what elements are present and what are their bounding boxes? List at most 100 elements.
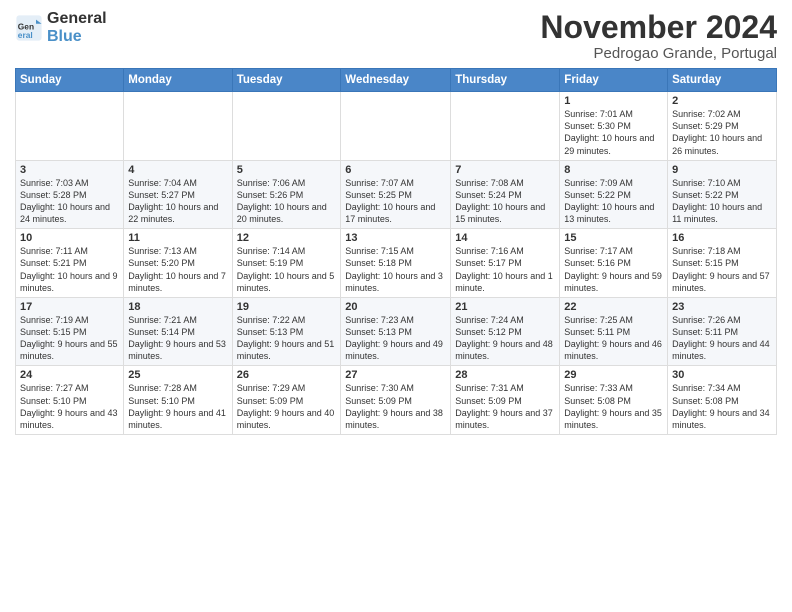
day-info: Sunrise: 7:22 AM Sunset: 5:13 PM Dayligh… xyxy=(237,314,337,363)
day-info: Sunrise: 7:11 AM Sunset: 5:21 PM Dayligh… xyxy=(20,245,119,294)
day-number: 14 xyxy=(455,232,555,244)
col-header-saturday: Saturday xyxy=(668,69,777,92)
day-info: Sunrise: 7:28 AM Sunset: 5:10 PM Dayligh… xyxy=(128,382,227,431)
day-number: 23 xyxy=(672,301,772,313)
day-info: Sunrise: 7:10 AM Sunset: 5:22 PM Dayligh… xyxy=(672,177,772,226)
calendar-table: SundayMondayTuesdayWednesdayThursdayFrid… xyxy=(15,68,777,435)
week-row-3: 10Sunrise: 7:11 AM Sunset: 5:21 PM Dayli… xyxy=(16,229,777,298)
day-cell: 3Sunrise: 7:03 AM Sunset: 5:28 PM Daylig… xyxy=(16,160,124,229)
day-cell: 4Sunrise: 7:04 AM Sunset: 5:27 PM Daylig… xyxy=(124,160,232,229)
day-cell: 30Sunrise: 7:34 AM Sunset: 5:08 PM Dayli… xyxy=(668,366,777,435)
col-header-sunday: Sunday xyxy=(16,69,124,92)
day-info: Sunrise: 7:02 AM Sunset: 5:29 PM Dayligh… xyxy=(672,108,772,157)
header-row: SundayMondayTuesdayWednesdayThursdayFrid… xyxy=(16,69,777,92)
day-info: Sunrise: 7:30 AM Sunset: 5:09 PM Dayligh… xyxy=(345,382,446,431)
day-number: 4 xyxy=(128,164,227,176)
day-cell: 21Sunrise: 7:24 AM Sunset: 5:12 PM Dayli… xyxy=(451,297,560,366)
day-info: Sunrise: 7:24 AM Sunset: 5:12 PM Dayligh… xyxy=(455,314,555,363)
day-cell: 9Sunrise: 7:10 AM Sunset: 5:22 PM Daylig… xyxy=(668,160,777,229)
day-info: Sunrise: 7:06 AM Sunset: 5:26 PM Dayligh… xyxy=(237,177,337,226)
day-cell: 24Sunrise: 7:27 AM Sunset: 5:10 PM Dayli… xyxy=(16,366,124,435)
day-cell xyxy=(16,92,124,161)
day-info: Sunrise: 7:31 AM Sunset: 5:09 PM Dayligh… xyxy=(455,382,555,431)
day-cell: 22Sunrise: 7:25 AM Sunset: 5:11 PM Dayli… xyxy=(560,297,668,366)
day-number: 12 xyxy=(237,232,337,244)
day-number: 13 xyxy=(345,232,446,244)
day-cell: 27Sunrise: 7:30 AM Sunset: 5:09 PM Dayli… xyxy=(341,366,451,435)
day-info: Sunrise: 7:27 AM Sunset: 5:10 PM Dayligh… xyxy=(20,382,119,431)
day-number: 18 xyxy=(128,301,227,313)
logo-icon: Gen eral xyxy=(15,14,43,42)
day-cell: 23Sunrise: 7:26 AM Sunset: 5:11 PM Dayli… xyxy=(668,297,777,366)
day-number: 29 xyxy=(564,369,663,381)
logo-text-blue: Blue xyxy=(47,28,107,46)
calendar-page: Gen eral General Blue November 2024 Pedr… xyxy=(0,0,792,445)
day-number: 26 xyxy=(237,369,337,381)
day-number: 24 xyxy=(20,369,119,381)
day-number: 6 xyxy=(345,164,446,176)
day-number: 1 xyxy=(564,95,663,107)
day-cell: 16Sunrise: 7:18 AM Sunset: 5:15 PM Dayli… xyxy=(668,229,777,298)
day-number: 16 xyxy=(672,232,772,244)
day-cell: 28Sunrise: 7:31 AM Sunset: 5:09 PM Dayli… xyxy=(451,366,560,435)
day-info: Sunrise: 7:16 AM Sunset: 5:17 PM Dayligh… xyxy=(455,245,555,294)
day-number: 28 xyxy=(455,369,555,381)
day-number: 21 xyxy=(455,301,555,313)
day-cell: 14Sunrise: 7:16 AM Sunset: 5:17 PM Dayli… xyxy=(451,229,560,298)
day-cell: 2Sunrise: 7:02 AM Sunset: 5:29 PM Daylig… xyxy=(668,92,777,161)
day-info: Sunrise: 7:29 AM Sunset: 5:09 PM Dayligh… xyxy=(237,382,337,431)
day-number: 15 xyxy=(564,232,663,244)
day-cell: 8Sunrise: 7:09 AM Sunset: 5:22 PM Daylig… xyxy=(560,160,668,229)
day-cell: 19Sunrise: 7:22 AM Sunset: 5:13 PM Dayli… xyxy=(232,297,341,366)
day-info: Sunrise: 7:19 AM Sunset: 5:15 PM Dayligh… xyxy=(20,314,119,363)
day-number: 9 xyxy=(672,164,772,176)
day-info: Sunrise: 7:15 AM Sunset: 5:18 PM Dayligh… xyxy=(345,245,446,294)
week-row-2: 3Sunrise: 7:03 AM Sunset: 5:28 PM Daylig… xyxy=(16,160,777,229)
day-cell: 10Sunrise: 7:11 AM Sunset: 5:21 PM Dayli… xyxy=(16,229,124,298)
day-info: Sunrise: 7:07 AM Sunset: 5:25 PM Dayligh… xyxy=(345,177,446,226)
day-cell: 29Sunrise: 7:33 AM Sunset: 5:08 PM Dayli… xyxy=(560,366,668,435)
day-info: Sunrise: 7:34 AM Sunset: 5:08 PM Dayligh… xyxy=(672,382,772,431)
col-header-wednesday: Wednesday xyxy=(341,69,451,92)
col-header-thursday: Thursday xyxy=(451,69,560,92)
day-info: Sunrise: 7:14 AM Sunset: 5:19 PM Dayligh… xyxy=(237,245,337,294)
week-row-4: 17Sunrise: 7:19 AM Sunset: 5:15 PM Dayli… xyxy=(16,297,777,366)
day-number: 10 xyxy=(20,232,119,244)
day-info: Sunrise: 7:21 AM Sunset: 5:14 PM Dayligh… xyxy=(128,314,227,363)
day-info: Sunrise: 7:33 AM Sunset: 5:08 PM Dayligh… xyxy=(564,382,663,431)
day-info: Sunrise: 7:03 AM Sunset: 5:28 PM Dayligh… xyxy=(20,177,119,226)
day-number: 20 xyxy=(345,301,446,313)
day-cell: 17Sunrise: 7:19 AM Sunset: 5:15 PM Dayli… xyxy=(16,297,124,366)
day-info: Sunrise: 7:18 AM Sunset: 5:15 PM Dayligh… xyxy=(672,245,772,294)
day-cell: 7Sunrise: 7:08 AM Sunset: 5:24 PM Daylig… xyxy=(451,160,560,229)
day-cell: 11Sunrise: 7:13 AM Sunset: 5:20 PM Dayli… xyxy=(124,229,232,298)
col-header-monday: Monday xyxy=(124,69,232,92)
svg-text:eral: eral xyxy=(18,29,33,39)
day-cell xyxy=(341,92,451,161)
day-cell: 26Sunrise: 7:29 AM Sunset: 5:09 PM Dayli… xyxy=(232,366,341,435)
week-row-5: 24Sunrise: 7:27 AM Sunset: 5:10 PM Dayli… xyxy=(16,366,777,435)
col-header-friday: Friday xyxy=(560,69,668,92)
location-title: Pedrogao Grande, Portugal xyxy=(540,45,777,62)
week-row-1: 1Sunrise: 7:01 AM Sunset: 5:30 PM Daylig… xyxy=(16,92,777,161)
day-cell: 18Sunrise: 7:21 AM Sunset: 5:14 PM Dayli… xyxy=(124,297,232,366)
day-info: Sunrise: 7:01 AM Sunset: 5:30 PM Dayligh… xyxy=(564,108,663,157)
day-info: Sunrise: 7:25 AM Sunset: 5:11 PM Dayligh… xyxy=(564,314,663,363)
day-number: 5 xyxy=(237,164,337,176)
day-number: 8 xyxy=(564,164,663,176)
day-cell: 25Sunrise: 7:28 AM Sunset: 5:10 PM Dayli… xyxy=(124,366,232,435)
day-number: 7 xyxy=(455,164,555,176)
day-number: 27 xyxy=(345,369,446,381)
day-cell: 12Sunrise: 7:14 AM Sunset: 5:19 PM Dayli… xyxy=(232,229,341,298)
day-number: 30 xyxy=(672,369,772,381)
day-info: Sunrise: 7:04 AM Sunset: 5:27 PM Dayligh… xyxy=(128,177,227,226)
day-cell xyxy=(124,92,232,161)
day-info: Sunrise: 7:26 AM Sunset: 5:11 PM Dayligh… xyxy=(672,314,772,363)
title-block: November 2024 Pedrogao Grande, Portugal xyxy=(540,10,777,62)
day-cell xyxy=(451,92,560,161)
day-cell: 15Sunrise: 7:17 AM Sunset: 5:16 PM Dayli… xyxy=(560,229,668,298)
day-cell xyxy=(232,92,341,161)
logo: Gen eral General Blue xyxy=(15,10,107,45)
header: Gen eral General Blue November 2024 Pedr… xyxy=(15,10,777,62)
day-cell: 20Sunrise: 7:23 AM Sunset: 5:13 PM Dayli… xyxy=(341,297,451,366)
